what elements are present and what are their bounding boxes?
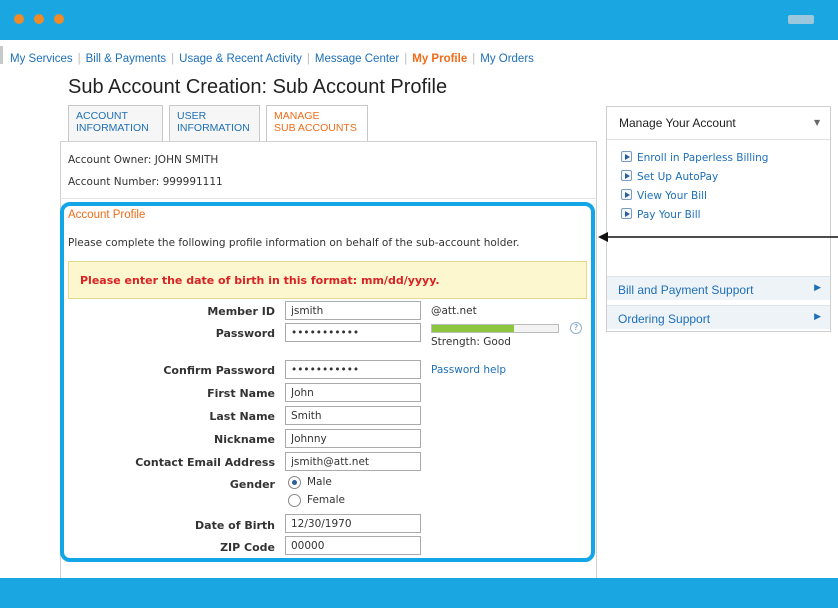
account-owner: Account Owner: JOHN SMITH [68,154,219,166]
bill-payment-support-section[interactable]: Bill and Payment Support ▶ [607,276,830,300]
tab-label-line1: MANAGE [274,110,320,122]
gender-label: Gender [229,478,275,491]
password-strength-bar [431,324,559,333]
chevron-right-icon: ▶ [814,283,821,293]
manage-account-title[interactable]: Manage Your Account [619,116,736,130]
first-name-input[interactable] [285,383,421,402]
page-title: Sub Account Creation: Sub Account Profil… [68,76,448,98]
nav-usage[interactable]: Usage & Recent Activity [179,53,302,65]
tab-label-line1: USER [177,110,207,122]
confirm-password-input[interactable] [285,360,421,379]
window-titlebar [0,0,838,40]
setup-autopay-link[interactable]: Set Up AutoPay [621,170,718,183]
password-label: Password [215,327,275,340]
ordering-support-section[interactable]: Ordering Support ▶ [607,305,830,329]
alert-text: Please enter the date of birth in this f… [80,274,440,287]
play-icon [621,189,632,200]
gender-female-radio[interactable] [288,494,301,507]
password-strength-text: Strength: Good [431,336,511,348]
account-profile-highlight [60,202,595,562]
nav-my-profile[interactable]: My Profile [412,53,467,65]
section-label: Bill and Payment Support [618,283,754,297]
member-id-label: Member ID [207,305,275,318]
link-label: Set Up AutoPay [637,171,719,183]
tab-label-line2: SUB ACCOUNTS [274,122,357,134]
nav-separator: | [472,53,476,65]
account-number: Account Number: 999991111 [68,176,223,188]
nav-list: My Services | Bill & Payments | Usage & Rece… [10,53,534,65]
tab-label-line1: ACCOUNT [76,110,128,122]
profile-instructions: Please complete the following profile in… [68,237,520,249]
zip-code-label: ZIP Code [220,541,275,554]
divider [607,139,830,140]
nav-separator: | [77,53,81,65]
nav-edge-divider [0,46,3,64]
view-bill-link[interactable]: View Your Bill [621,189,707,202]
first-name-label: First Name [207,387,275,400]
nav-separator: | [306,53,310,65]
nickname-input[interactable] [285,429,421,448]
date-of-birth-label: Date of Birth [195,519,275,532]
window-menu-icon[interactable] [788,15,814,24]
tab-manage-sub-accounts[interactable]: MANAGE SUB ACCOUNTS [266,105,368,142]
password-strength-fill [432,325,514,332]
password-help-link[interactable]: Password help [431,364,506,376]
date-of-birth-input[interactable] [285,514,421,533]
enroll-paperless-link[interactable]: Enroll in Paperless Billing [621,151,768,164]
tab-label-line2: INFORMATION [177,122,250,134]
account-profile-title: Account Profile [68,209,146,221]
tab-account-information[interactable]: ACCOUNT INFORMATION [68,105,163,141]
dob-format-alert: Please enter the date of birth in this f… [68,261,587,299]
divider [60,198,597,199]
link-label: View Your Bill [637,190,707,202]
nav-my-services[interactable]: My Services [10,53,73,65]
nav-separator: | [404,53,408,65]
section-label: Ordering Support [618,312,711,326]
window-footer [0,578,838,608]
annotation-arrow-icon [598,232,838,242]
last-name-input[interactable] [285,406,421,425]
link-label: Pay Your Bill [637,209,701,221]
confirm-password-label: Confirm Password [163,364,275,377]
nav-my-orders[interactable]: My Orders [480,53,534,65]
minimize-window-dot[interactable] [34,14,44,24]
gender-male-radio[interactable] [288,476,301,489]
tab-label-line2: INFORMATION [76,122,149,134]
nav-separator: | [171,53,175,65]
last-name-label: Last Name [209,410,275,423]
contact-email-label: Contact Email Address [135,456,275,469]
nav-bill-payments[interactable]: Bill & Payments [86,53,167,65]
chevron-right-icon: ▶ [814,312,821,322]
member-id-domain: @att.net [431,305,477,317]
chevron-down-icon[interactable]: ▼ [814,118,820,127]
pay-bill-link[interactable]: Pay Your Bill [621,208,701,221]
link-label: Enroll in Paperless Billing [637,152,769,164]
contact-email-input[interactable] [285,452,421,471]
nav-message-center[interactable]: Message Center [315,53,399,65]
member-id-input[interactable] [285,301,421,320]
password-input[interactable] [285,323,421,342]
nickname-label: Nickname [214,433,275,446]
tab-user-information[interactable]: USER INFORMATION [169,105,260,141]
top-nav: My Services | Bill & Payments | Usage & Rece… [0,40,838,70]
play-icon [621,151,632,162]
play-icon [621,170,632,181]
close-window-dot[interactable] [14,14,24,24]
maximize-window-dot[interactable] [54,14,64,24]
play-icon [621,208,632,219]
zip-code-input[interactable] [285,536,421,555]
gender-female-label: Female [307,494,345,506]
help-icon[interactable]: ? [570,322,582,334]
gender-male-label: Male [307,476,332,488]
